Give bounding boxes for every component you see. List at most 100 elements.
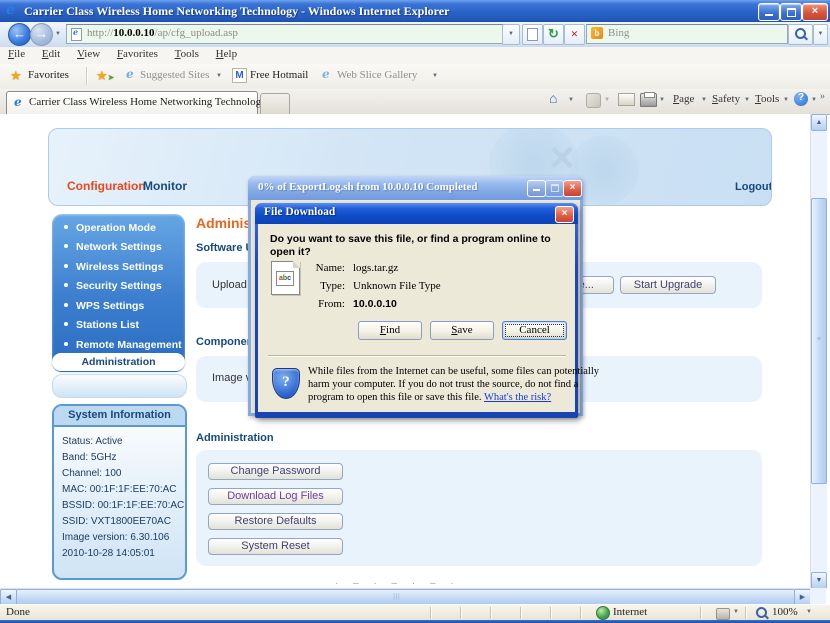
- suggested-sites-button[interactable]: Suggested Sites: [140, 69, 209, 81]
- tab-active[interactable]: e Carrier Class Wireless Home Networking…: [6, 91, 267, 114]
- warning-line1: While files from the Internet can be use…: [308, 366, 599, 377]
- progress-minimize-button[interactable]: [527, 180, 546, 197]
- zoom-level[interactable]: 100%: [772, 606, 798, 618]
- restore-button[interactable]: [780, 3, 802, 21]
- scroll-up-button[interactable]: ▲: [811, 114, 827, 131]
- back-button[interactable]: ←: [8, 23, 31, 46]
- home-dropdown[interactable]: ▼: [568, 97, 574, 103]
- progress-window-title-bar[interactable]: 0% of ExportLog.sh from 10.0.0.10 Comple…: [248, 176, 583, 200]
- dialog-question: Do you want to save this file, or find a…: [270, 233, 551, 258]
- favorites-button[interactable]: Favorites: [28, 69, 69, 81]
- web-slice-icon: e: [322, 67, 330, 81]
- cancel-button[interactable]: Cancel: [502, 321, 567, 340]
- ie-window: e Carrier Class Wireless Home Networking…: [0, 0, 830, 623]
- help-dropdown[interactable]: ▼: [811, 97, 817, 103]
- home-icon[interactable]: ⌂: [549, 92, 557, 108]
- forward-button[interactable]: →: [30, 23, 53, 46]
- tools-menu-button[interactable]: Tools: [755, 93, 779, 105]
- help-icon[interactable]: ?: [794, 92, 808, 106]
- page-menu-dropdown[interactable]: ▼: [701, 97, 707, 103]
- progress-close-button[interactable]: ×: [563, 180, 582, 197]
- logout-link[interactable]: Logout: [735, 181, 771, 193]
- menu-view[interactable]: View: [77, 48, 100, 60]
- safety-menu-button[interactable]: Safety: [712, 93, 740, 105]
- address-dropdown-button[interactable]: ▼: [502, 24, 520, 45]
- safety-menu-dropdown[interactable]: ▼: [744, 97, 750, 103]
- menu-edit[interactable]: Edit: [42, 48, 60, 60]
- history-dropdown[interactable]: ▼: [55, 31, 61, 37]
- whats-the-risk-link[interactable]: What's the risk?: [484, 392, 551, 403]
- address-bar[interactable]: e http://10.0.0.10/ap/cfg_upload.asp: [66, 24, 504, 44]
- progress-window-title: 0% of ExportLog.sh from 10.0.0.10 Comple…: [258, 181, 478, 193]
- change-password-button[interactable]: Change Password: [208, 463, 343, 480]
- horizontal-scroll-thumb[interactable]: |||: [16, 589, 795, 605]
- close-button[interactable]: ×: [802, 3, 828, 21]
- free-hotmail-button[interactable]: Free Hotmail: [250, 69, 308, 81]
- favorites-bar: ★ Favorites ★➤ e Suggested Sites ▼ M Fre…: [0, 64, 830, 90]
- search-box[interactable]: b Bing: [586, 24, 788, 44]
- dialog-close-button[interactable]: ×: [555, 206, 574, 223]
- vertical-scrollbar[interactable]: ▲ ≡ ▼: [810, 114, 827, 589]
- print-dropdown[interactable]: ▼: [659, 97, 665, 103]
- overflow-chevron-icon[interactable]: »: [820, 91, 825, 102]
- refresh-button[interactable]: ↻: [543, 24, 564, 45]
- menu-tools[interactable]: Tools: [175, 48, 199, 60]
- feeds-icon[interactable]: [586, 93, 601, 108]
- protected-mode-dropdown[interactable]: ▼: [733, 609, 739, 615]
- field-name-label: Name:: [315, 262, 345, 274]
- print-icon[interactable]: [640, 92, 657, 107]
- zoom-dropdown[interactable]: ▼: [806, 609, 812, 615]
- scroll-down-button[interactable]: ▼: [811, 572, 827, 589]
- bing-logo-icon: b: [591, 27, 603, 39]
- compatibility-view-button[interactable]: [522, 24, 543, 45]
- read-mail-icon[interactable]: [618, 93, 635, 106]
- sidebar-item-remote-management[interactable]: Remote Management: [64, 339, 182, 351]
- search-button[interactable]: [788, 24, 813, 45]
- menu-favorites[interactable]: Favorites: [117, 48, 158, 60]
- sysinfo-ssid: SSID: VXT1800EE70AC: [62, 516, 171, 527]
- start-upgrade-button[interactable]: Start Upgrade: [620, 276, 716, 294]
- save-button[interactable]: Save: [430, 321, 494, 340]
- new-tab-button[interactable]: [260, 93, 290, 114]
- security-zone-label: Internet: [613, 606, 648, 618]
- add-to-favorites-icon[interactable]: ★➤: [96, 68, 114, 84]
- sidebar-item-operation-mode[interactable]: Operation Mode: [64, 222, 156, 234]
- tab-monitor[interactable]: Monitor: [143, 179, 187, 193]
- find-button[interactable]: Find: [358, 321, 422, 340]
- web-slice-gallery-button[interactable]: Web Slice Gallery: [337, 69, 417, 81]
- sidebar-item-security-settings[interactable]: Security Settings: [64, 280, 162, 292]
- sysinfo-datetime: 2010-10-28 14:05:01: [62, 548, 155, 559]
- page-menu-button[interactable]: Page: [673, 93, 694, 105]
- zoom-icon: [756, 607, 767, 618]
- vertical-scroll-thumb[interactable]: ≡: [811, 198, 827, 484]
- tab-configuration[interactable]: Configuration: [67, 179, 146, 193]
- system-reset-button[interactable]: System Reset: [208, 538, 343, 555]
- url-path: /ap/cfg_upload.asp: [154, 27, 238, 39]
- suggested-sites-dropdown[interactable]: ▼: [216, 73, 222, 79]
- sidebar-item-wps-settings[interactable]: WPS Settings: [64, 300, 144, 312]
- restore-defaults-button[interactable]: Restore Defaults: [208, 513, 343, 530]
- field-type-label: Type:: [320, 280, 345, 292]
- menu-file[interactable]: File: [8, 48, 25, 60]
- suggested-sites-icon: e: [126, 67, 134, 81]
- page-favicon: e: [71, 27, 82, 41]
- scroll-right-button[interactable]: ▶: [794, 589, 811, 605]
- minimize-button[interactable]: [758, 3, 780, 21]
- download-log-files-button[interactable]: Download Log Files: [208, 488, 343, 505]
- web-slice-dropdown[interactable]: ▼: [432, 73, 438, 79]
- dialog-title-bar[interactable]: File Download ×: [255, 203, 578, 224]
- search-options-dropdown[interactable]: ▼: [813, 24, 828, 45]
- protected-mode-icon[interactable]: [716, 608, 730, 620]
- sidebar-item-wireless-settings[interactable]: Wireless Settings: [64, 261, 163, 273]
- horizontal-scrollbar[interactable]: ◀ ||| ▶: [0, 588, 811, 605]
- scroll-left-button[interactable]: ◀: [0, 589, 17, 605]
- sysinfo-bssid: BSSID: 00:1F:1F:EE:70:AC: [62, 500, 185, 511]
- sidebar-item-stations-list[interactable]: Stations List: [64, 319, 139, 331]
- sidebar-item-administration-active[interactable]: Administration: [52, 353, 185, 371]
- menu-help[interactable]: Help: [216, 48, 237, 60]
- clipped-text-fragment: · – · – · – ·: [335, 578, 460, 584]
- status-bar: Done Internet ▼ 100% ▼: [0, 604, 830, 621]
- stop-button[interactable]: ×: [564, 24, 585, 45]
- sidebar-item-network-settings[interactable]: Network Settings: [64, 241, 162, 253]
- tools-menu-dropdown[interactable]: ▼: [783, 97, 789, 103]
